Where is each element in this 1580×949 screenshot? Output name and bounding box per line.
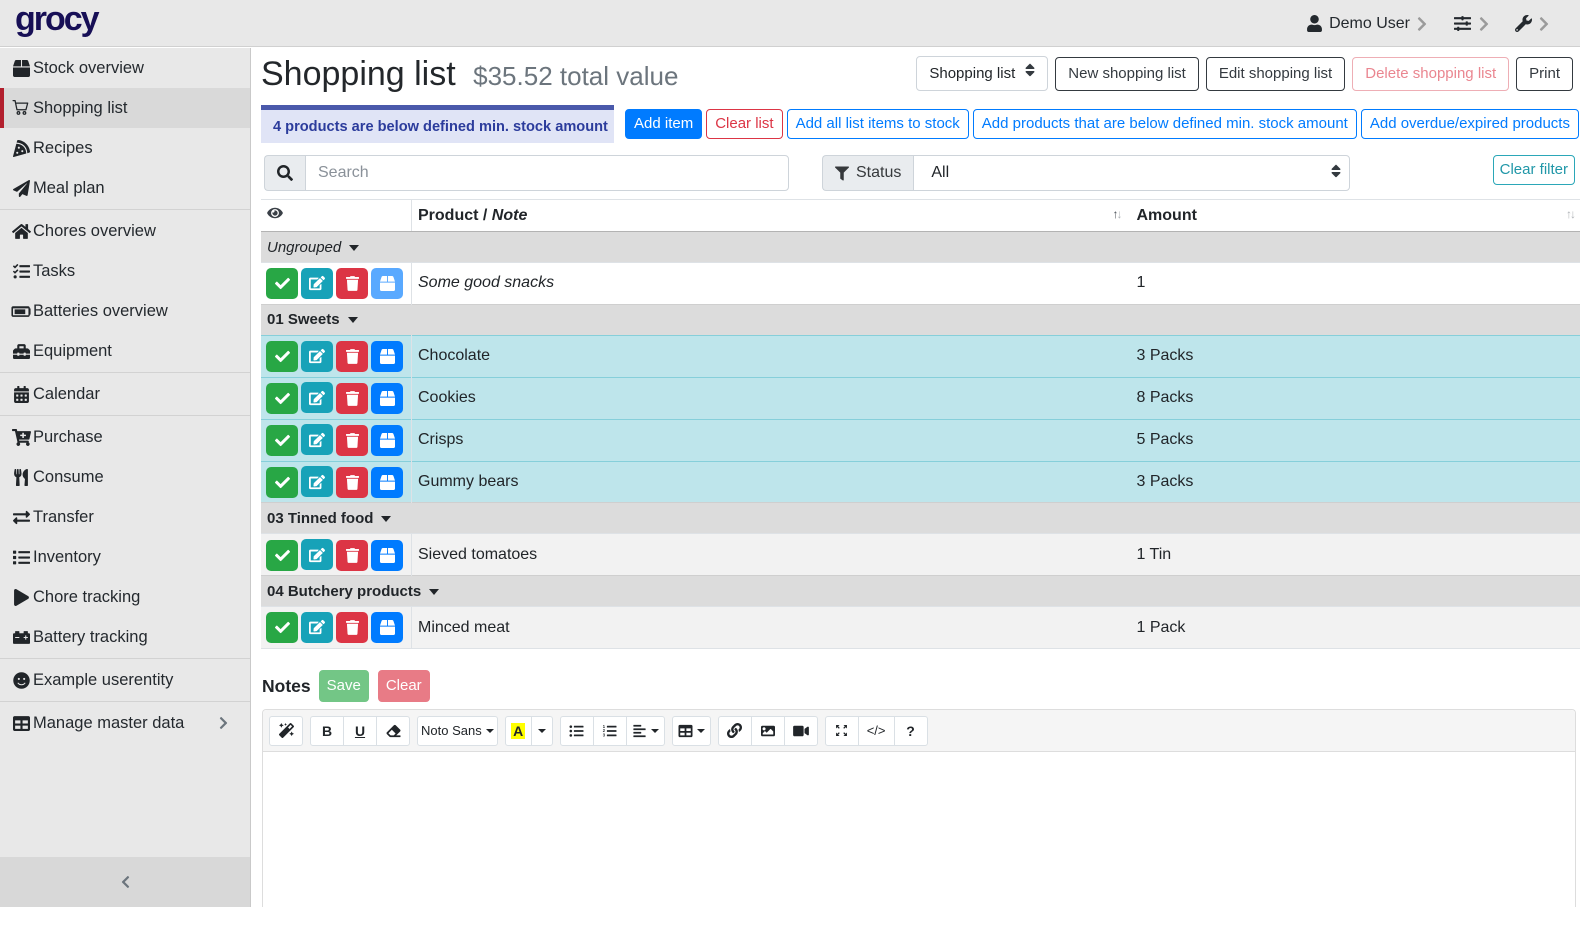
svg-text:3: 3 bbox=[603, 732, 606, 737]
svg-text:2: 2 bbox=[603, 728, 606, 733]
svg-text:1: 1 bbox=[603, 724, 606, 729]
